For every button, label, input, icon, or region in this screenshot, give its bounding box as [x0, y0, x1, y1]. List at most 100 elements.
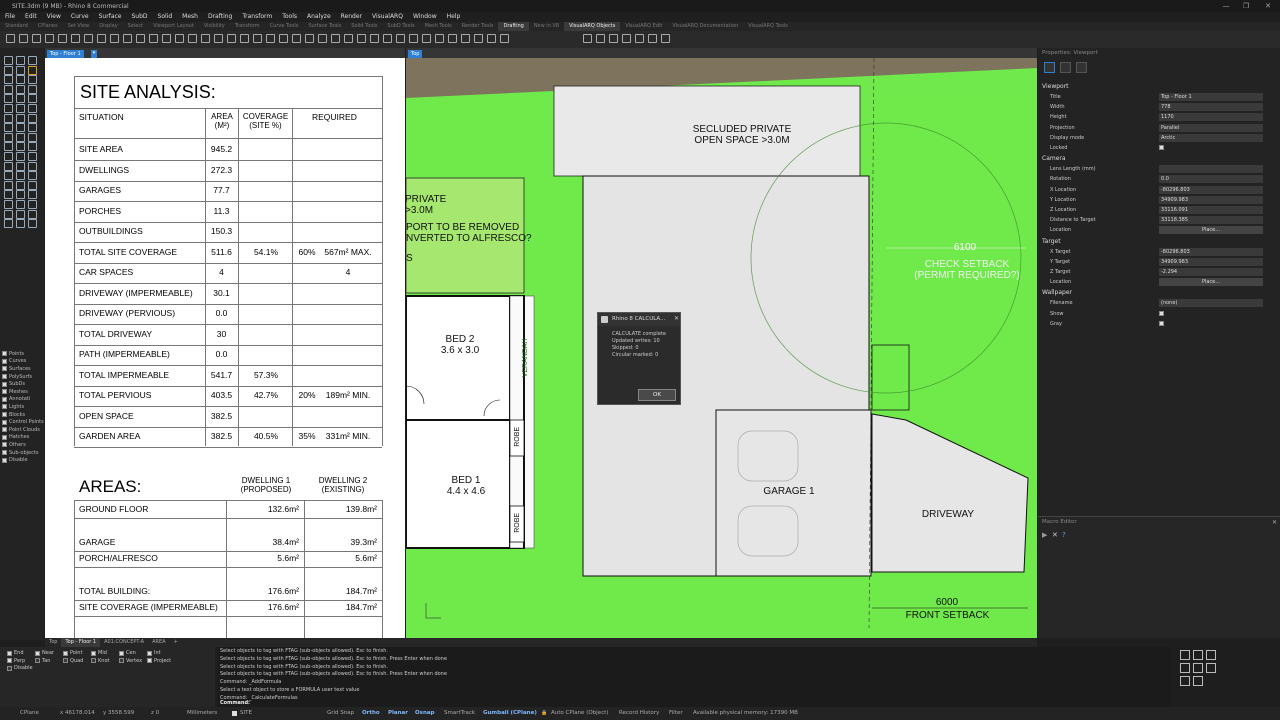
toolbar-tool-icon[interactable] [344, 34, 353, 43]
osnap-mid[interactable]: Mid [91, 650, 107, 656]
gumball-toggle[interactable]: Gumball (CPlane) [483, 710, 537, 716]
selection-filter-item[interactable]: Blocks [2, 411, 44, 419]
tool-icon[interactable] [28, 132, 37, 142]
tool-icon[interactable] [4, 171, 13, 181]
toolbar-tab[interactable]: CPlanes [33, 22, 63, 31]
selection-filter-item[interactable]: Disable [2, 456, 44, 464]
toolbar-tool-icon[interactable] [305, 34, 314, 43]
tool-icon[interactable] [16, 132, 25, 142]
toolbar-tool-icon[interactable] [201, 34, 210, 43]
tool-icon[interactable] [16, 56, 25, 65]
tool-icon[interactable] [16, 104, 25, 113]
checkbox-icon[interactable] [2, 442, 7, 448]
osnap-cen[interactable]: Cen [119, 650, 136, 656]
tool-icon[interactable] [16, 219, 25, 229]
menu-item-mesh[interactable]: Mesh [177, 12, 203, 22]
checkbox-icon[interactable] [2, 450, 7, 456]
checkbox[interactable] [1159, 320, 1164, 326]
tool-icon[interactable] [4, 180, 13, 190]
toolbar-tab[interactable]: New in V8 [529, 22, 564, 31]
osnap-int[interactable]: Int [147, 650, 161, 656]
tool-icon[interactable] [4, 84, 13, 94]
toolbar-tool-icon[interactable] [435, 34, 444, 43]
osnap-end[interactable]: End [7, 650, 24, 656]
toolbar-tool-icon[interactable] [162, 34, 171, 43]
chevron-down-icon[interactable]: ▾ [91, 50, 97, 58]
tool-icon[interactable] [28, 161, 37, 171]
menu-item-tools[interactable]: Tools [277, 12, 302, 22]
selection-filter-item[interactable]: PolySurfs [2, 373, 44, 381]
toolbar-tool-icon[interactable] [487, 34, 496, 43]
checkbox-icon[interactable] [2, 419, 7, 425]
tool-icon[interactable] [4, 152, 13, 161]
checkbox[interactable] [1159, 145, 1164, 150]
selection-filter-item[interactable]: Hatches [2, 434, 44, 442]
toolbar-tool-icon[interactable] [318, 34, 327, 43]
checkbox-icon[interactable] [2, 396, 7, 402]
tool-icon[interactable] [28, 56, 37, 65]
toolbar-tool-icon[interactable] [84, 34, 93, 43]
osnap-near[interactable]: Near [35, 650, 54, 656]
tool-icon[interactable] [1206, 650, 1216, 660]
checkbox[interactable] [7, 650, 12, 656]
menu-item-surface[interactable]: Surface [94, 12, 127, 22]
ok-button[interactable]: OK [638, 389, 676, 401]
play-icon[interactable]: ▶ [1042, 531, 1047, 539]
checkbox[interactable] [119, 650, 124, 656]
osnap-vertex[interactable]: Vertex [119, 658, 142, 664]
toolbar-tool-icon[interactable] [635, 34, 644, 43]
toolbar-tab[interactable]: Visibility [199, 22, 230, 31]
menu-item-visualarq[interactable]: VisualARQ [367, 12, 408, 22]
toolbar-tab[interactable]: VisualARQ Objects [564, 22, 621, 31]
checkbox-icon[interactable] [2, 457, 7, 463]
filter-toggle[interactable]: Filter [669, 710, 683, 716]
menu-item-transform[interactable]: Transform [237, 12, 277, 22]
property-field[interactable]: 33116.091 [1159, 206, 1263, 214]
property-field[interactable]: -2.294 [1159, 268, 1263, 276]
checkbox[interactable] [35, 650, 40, 656]
toolbar-tab[interactable]: Mesh Tools [420, 22, 457, 31]
selection-filter-item[interactable]: Points [2, 350, 44, 358]
tool-icon[interactable] [16, 113, 25, 123]
grid-snap-toggle[interactable]: Grid Snap [327, 710, 354, 716]
toolbar-tool-icon[interactable] [396, 34, 405, 43]
toolbar-tab[interactable]: Standard [0, 22, 33, 31]
osnap-quad[interactable]: Quad [63, 658, 83, 664]
toolbar-tab[interactable]: Transform [230, 22, 265, 31]
tool-icon[interactable] [4, 75, 13, 85]
tool-icon[interactable] [4, 200, 13, 209]
osnap-project[interactable]: Project [147, 658, 171, 664]
tool-icon[interactable] [16, 84, 25, 94]
tool-icon[interactable] [16, 180, 25, 190]
menu-item-edit[interactable]: Edit [20, 12, 42, 22]
tool-icon[interactable] [28, 113, 37, 123]
tool-icon[interactable] [16, 171, 25, 181]
selection-filter-item[interactable]: Control Points [2, 418, 44, 426]
toolbar-tool-icon[interactable] [292, 34, 301, 43]
toolbar-tab[interactable]: Display [94, 22, 122, 31]
tool-icon[interactable] [16, 75, 25, 85]
toolbar-tool-icon[interactable] [32, 34, 41, 43]
checkbox-icon[interactable] [2, 381, 7, 387]
osnap-toggle[interactable]: Osnap [415, 710, 435, 716]
toolbar-tab[interactable]: Set View [63, 22, 95, 31]
checkbox[interactable] [147, 658, 152, 663]
selection-filter-item[interactable]: Lights [2, 403, 44, 411]
property-field[interactable]: 1170 [1159, 113, 1263, 122]
osnap-point[interactable]: Point [63, 650, 82, 656]
selection-filter-item[interactable]: Surfaces [2, 365, 44, 373]
checkbox[interactable] [1159, 310, 1164, 316]
auto-cplane-toggle[interactable]: Auto CPlane (Object) [551, 710, 608, 716]
toolbar-tool-icon[interactable] [474, 34, 483, 43]
toolbar-tool-icon[interactable] [266, 34, 275, 43]
tool-icon[interactable] [16, 200, 25, 209]
viewport-label-right[interactable]: Top [408, 50, 423, 58]
tool-icon[interactable] [4, 161, 13, 171]
toolbar-tool-icon[interactable] [596, 34, 605, 43]
selection-filter-item[interactable]: Sub-objects [2, 449, 44, 457]
ortho-toggle[interactable]: Ortho [362, 710, 380, 716]
property-field[interactable] [1159, 165, 1263, 174]
menu-item-help[interactable]: Help [442, 12, 466, 22]
toolbar-tool-icon[interactable] [661, 34, 670, 43]
property-field[interactable]: 778 [1159, 103, 1263, 112]
